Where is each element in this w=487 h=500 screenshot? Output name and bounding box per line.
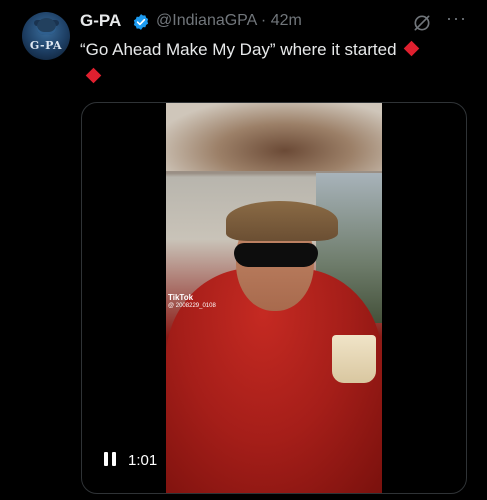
timestamp[interactable]: 42m bbox=[271, 12, 302, 29]
verified-badge-icon bbox=[133, 14, 149, 30]
red-diamond-icon bbox=[85, 67, 102, 84]
video-player[interactable]: TikTok @ 2008229_0108 1:01 bbox=[81, 102, 467, 494]
flat-cap bbox=[226, 201, 338, 241]
grok-icon[interactable] bbox=[412, 13, 432, 33]
separator-dot: · bbox=[260, 12, 267, 29]
cup bbox=[332, 335, 376, 383]
tiktok-id: @ 2008229_0108 bbox=[168, 303, 216, 309]
red-diamond-icon bbox=[403, 40, 419, 57]
tweet-body: “Go Ahead Make My Day” where it started bbox=[80, 40, 397, 59]
tiktok-watermark: TikTok @ 2008229_0108 bbox=[168, 293, 216, 311]
avatar-figure bbox=[37, 18, 56, 35]
avatar-logo-text: G-PA bbox=[29, 39, 63, 52]
sunglasses bbox=[234, 243, 318, 267]
video-duration: 1:01 bbox=[128, 452, 158, 469]
tweet-text: “Go Ahead Make My Day” where it started bbox=[80, 40, 419, 60]
pause-icon[interactable] bbox=[104, 452, 117, 466]
tiktok-brand: TikTok bbox=[168, 293, 194, 302]
more-options-button[interactable]: ··· bbox=[446, 8, 467, 29]
display-name[interactable]: G-PA bbox=[80, 11, 121, 31]
avatar[interactable]: G-PA bbox=[22, 12, 70, 60]
handle-and-time[interactable]: @IndianaGPA · 42m bbox=[156, 12, 302, 30]
handle[interactable]: @IndianaGPA bbox=[156, 12, 256, 29]
video-frame[interactable]: TikTok @ 2008229_0108 bbox=[166, 103, 382, 493]
blurred-top-region bbox=[166, 103, 382, 171]
